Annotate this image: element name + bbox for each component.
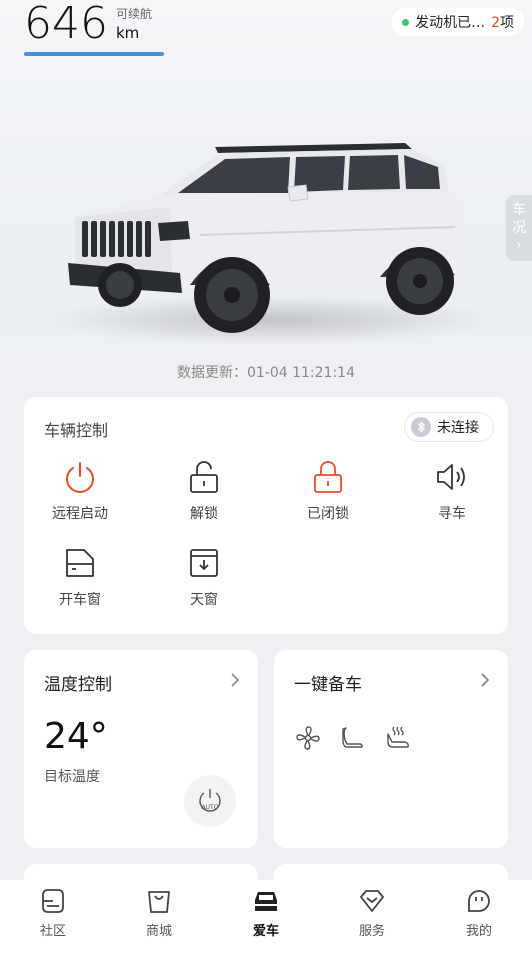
range-unit: km bbox=[116, 24, 140, 42]
tab-label: 商城 bbox=[145, 924, 172, 939]
temperature-title: 温度控制 bbox=[44, 675, 112, 695]
open-window-button[interactable]: 开车窗 bbox=[25, 545, 135, 609]
auto-climate-button[interactable]: AUTO bbox=[184, 775, 236, 827]
side-tab-label-2: 况 bbox=[512, 220, 526, 236]
side-tab-label-1: 车 bbox=[512, 202, 526, 218]
tab-community[interactable]: 社区 bbox=[18, 886, 88, 939]
tab-mall[interactable]: 商城 bbox=[124, 886, 194, 939]
target-temperature-value: 24° bbox=[44, 716, 108, 757]
chevron-right-icon bbox=[481, 673, 490, 687]
auto-label: AUTO bbox=[202, 804, 219, 811]
status-count: 2 bbox=[491, 15, 500, 31]
vehicle-status-pill[interactable]: 发动机已… 2项 bbox=[392, 8, 524, 36]
sunroof-icon bbox=[190, 549, 218, 577]
seat-icon bbox=[342, 727, 363, 748]
bluetooth-connection-button[interactable]: 未连接 bbox=[404, 412, 494, 442]
car-icon bbox=[255, 892, 277, 911]
fan-icon bbox=[296, 726, 320, 750]
community-icon bbox=[42, 889, 64, 913]
range-indicator-bar bbox=[24, 52, 164, 56]
lock-button[interactable]: 已闭锁 bbox=[273, 459, 383, 523]
tab-profile[interactable]: 我的 bbox=[444, 886, 514, 939]
unlock-icon bbox=[190, 461, 218, 493]
control-label: 远程启动 bbox=[52, 506, 108, 522]
target-temperature-label: 目标温度 bbox=[44, 769, 100, 785]
bluetooth-icon bbox=[411, 417, 431, 437]
vehicle-hero: 646 可续航 km 发动机已… 2项 车 况 › 数据更新：01-04 11:… bbox=[0, 0, 532, 395]
chevron-right-icon bbox=[231, 673, 240, 687]
control-label: 解锁 bbox=[190, 506, 218, 522]
control-label: 已闭锁 bbox=[307, 506, 349, 522]
unlock-button[interactable]: 解锁 bbox=[149, 459, 259, 523]
speaker-icon bbox=[437, 464, 465, 490]
tab-service[interactable]: 服务 bbox=[337, 886, 407, 939]
tab-label: 我的 bbox=[465, 924, 492, 939]
status-suffix: 项 bbox=[500, 15, 514, 31]
seat-heat-icon bbox=[387, 726, 409, 748]
range-value: 646 bbox=[24, 0, 108, 49]
range-label: 可续航 bbox=[116, 7, 153, 21]
tab-label: 服务 bbox=[358, 924, 385, 939]
remote-start-button[interactable]: 远程启动 bbox=[25, 459, 135, 523]
find-car-button[interactable]: 寻车 bbox=[397, 459, 507, 523]
tab-label: 爱车 bbox=[252, 924, 279, 939]
status-dot-icon bbox=[402, 18, 410, 26]
control-label: 开车窗 bbox=[59, 592, 101, 608]
tab-label: 社区 bbox=[39, 924, 66, 939]
profile-icon bbox=[468, 890, 490, 912]
prep-title: 一键备车 bbox=[294, 675, 362, 695]
car-image bbox=[68, 143, 464, 333]
window-icon bbox=[66, 549, 94, 577]
power-icon bbox=[66, 462, 94, 493]
sunroof-button[interactable]: 天窗 bbox=[149, 545, 259, 609]
tab-my-car[interactable]: 爱车 bbox=[231, 886, 301, 939]
vehicle-control-title: 车辆控制 bbox=[44, 421, 109, 440]
vehicle-condition-tab[interactable]: 车 况 › bbox=[506, 195, 532, 261]
data-update-time: 数据更新：01-04 11:21:14 bbox=[176, 365, 355, 381]
control-label: 天窗 bbox=[190, 592, 218, 608]
chevron-right-icon: › bbox=[516, 238, 522, 253]
control-label: 寻车 bbox=[438, 506, 466, 522]
auto-power-icon: AUTO bbox=[199, 789, 221, 812]
diamond-icon bbox=[360, 890, 384, 912]
connection-status: 未连接 bbox=[437, 420, 479, 436]
shopping-bag-icon bbox=[148, 891, 170, 913]
vehicle-control-card: 车辆控制 未连接 远程启动 解锁 已闭锁 寻车 开车窗 天窗 bbox=[24, 397, 508, 634]
status-text: 发动机已… bbox=[415, 15, 486, 31]
lock-icon bbox=[314, 461, 342, 493]
one-click-prep-card[interactable]: 一键备车 bbox=[274, 650, 508, 848]
bottom-tab-bar: 社区 商城 爱车 服务 我的 bbox=[0, 880, 532, 960]
